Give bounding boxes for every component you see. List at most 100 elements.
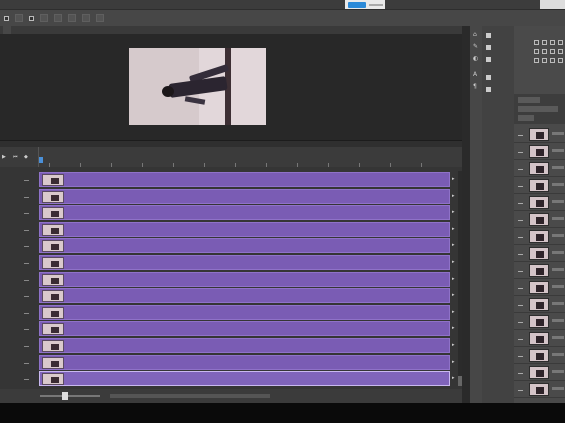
video-clip[interactable]: [39, 238, 450, 254]
layer-filter[interactable]: [518, 97, 540, 103]
brush-icon[interactable]: ✎: [473, 44, 479, 50]
layer-row[interactable]: [514, 313, 565, 330]
artboard-image[interactable]: [129, 48, 266, 125]
video-clip[interactable]: [39, 304, 450, 320]
option-5[interactable]: [82, 14, 90, 22]
layer-row[interactable]: [514, 347, 565, 364]
layer-row[interactable]: [514, 279, 565, 296]
layer-visibility-icon[interactable]: [518, 303, 523, 306]
track-visibility-icon[interactable]: [24, 260, 29, 264]
track-visibility-icon[interactable]: [24, 360, 29, 364]
track-expand-icon[interactable]: ▸: [452, 325, 455, 331]
adjustment-icon[interactable]: [542, 40, 547, 45]
layer-row[interactable]: [514, 194, 565, 211]
layer-visibility-icon[interactable]: [518, 252, 523, 255]
timeline-track[interactable]: ▸: [0, 354, 462, 371]
play-icon[interactable]: ▶: [2, 155, 8, 160]
layer-row[interactable]: [514, 177, 565, 194]
layer-visibility-icon[interactable]: [518, 133, 523, 136]
track-visibility-icon[interactable]: [24, 243, 29, 248]
timeline-horizontal-scrollbar[interactable]: [110, 394, 270, 398]
layer-visibility-icon[interactable]: [518, 320, 523, 323]
track-visibility-icon[interactable]: [24, 210, 29, 215]
adjustment-icon[interactable]: [550, 58, 555, 63]
adjustment-icon[interactable]: [558, 58, 563, 63]
track-visibility-icon[interactable]: [24, 177, 29, 181]
adjustment-icon[interactable]: [542, 58, 547, 63]
layer-visibility-icon[interactable]: [518, 371, 523, 374]
option-6[interactable]: [96, 14, 104, 22]
layer-visibility-icon[interactable]: [518, 269, 523, 272]
track-expand-icon[interactable]: ▸: [452, 176, 455, 182]
panel-shortcut-1[interactable]: [486, 44, 512, 52]
layer-row[interactable]: [514, 143, 565, 160]
layer-visibility-icon[interactable]: [518, 337, 523, 340]
layer-visibility-icon[interactable]: [518, 201, 523, 204]
timeline-track[interactable]: ▸: [0, 221, 462, 238]
timeline-track[interactable]: ▸: [0, 337, 462, 354]
track-visibility-icon[interactable]: [24, 376, 29, 381]
timeline-ruler[interactable]: [38, 147, 462, 167]
timeline-track[interactable]: ▸: [0, 171, 462, 188]
track-expand-icon[interactable]: ▸: [452, 375, 455, 381]
layer-row[interactable]: [514, 211, 565, 228]
timeline-track[interactable]: ▸: [0, 204, 462, 221]
panel-shortcut-2[interactable]: [486, 56, 512, 64]
app-title-chip[interactable]: [345, 0, 385, 9]
video-clip[interactable]: [39, 321, 450, 337]
video-clip[interactable]: [39, 371, 450, 387]
window-controls[interactable]: [540, 0, 565, 9]
layer-row[interactable]: [514, 245, 565, 262]
lock-row[interactable]: [518, 115, 534, 121]
track-visibility-icon[interactable]: [24, 343, 29, 347]
video-clip[interactable]: [39, 354, 450, 370]
layer-visibility-icon[interactable]: [518, 150, 523, 153]
panel-shortcut-4[interactable]: [486, 86, 512, 94]
zoom-slider-track[interactable]: [40, 395, 100, 397]
track-expand-icon[interactable]: ▸: [452, 209, 455, 215]
audio-icon[interactable]: ◆: [24, 155, 30, 160]
adjustment-icon[interactable]: [534, 58, 539, 63]
layer-visibility-icon[interactable]: [518, 388, 523, 391]
layer-visibility-icon[interactable]: [518, 218, 523, 221]
layer-row[interactable]: [514, 364, 565, 381]
adjustment-icon[interactable]: [550, 49, 555, 54]
track-expand-icon[interactable]: ▸: [452, 193, 455, 199]
video-clip[interactable]: [39, 255, 450, 270]
timeline-track[interactable]: ▸: [0, 271, 462, 288]
options-checkbox-2[interactable]: [29, 15, 34, 21]
layer-row[interactable]: [514, 126, 565, 143]
layer-visibility-icon[interactable]: [518, 235, 523, 238]
video-clip[interactable]: [39, 205, 450, 221]
track-visibility-icon[interactable]: [24, 194, 29, 198]
video-clip[interactable]: [39, 271, 450, 287]
panel-shortcut-3[interactable]: [486, 74, 512, 82]
timeline-track[interactable]: ▸: [0, 188, 462, 205]
layer-visibility-icon[interactable]: [518, 184, 523, 187]
skip-back-icon[interactable]: ⏮: [13, 155, 19, 160]
layer-visibility-icon[interactable]: [518, 286, 523, 289]
track-visibility-icon[interactable]: [24, 227, 29, 231]
timeline-track[interactable]: ▸: [0, 370, 462, 387]
adjustments-tab[interactable]: [514, 30, 565, 37]
adjustment-icon[interactable]: [558, 49, 563, 54]
paragraph-icon[interactable]: ¶: [473, 84, 479, 90]
video-clip[interactable]: [39, 338, 450, 353]
playhead[interactable]: [39, 157, 43, 163]
layer-visibility-icon[interactable]: [518, 354, 523, 357]
layer-row[interactable]: [514, 296, 565, 313]
track-expand-icon[interactable]: ▸: [452, 359, 455, 365]
zoom-slider-knob[interactable]: [62, 392, 68, 400]
timeline-track[interactable]: ▸: [0, 287, 462, 304]
layer-row[interactable]: [514, 381, 565, 398]
option-1[interactable]: [15, 14, 23, 22]
timeline-track[interactable]: ▸: [0, 304, 462, 321]
document-tab[interactable]: [3, 26, 11, 34]
video-clip[interactable]: [39, 221, 450, 237]
timeline-track[interactable]: ▸: [0, 254, 462, 271]
adjustment-icon[interactable]: [534, 49, 539, 54]
video-clip[interactable]: [39, 288, 450, 304]
history-icon[interactable]: ⌂: [473, 32, 479, 38]
option-4[interactable]: [68, 14, 76, 22]
blend-mode-select[interactable]: [518, 106, 558, 112]
